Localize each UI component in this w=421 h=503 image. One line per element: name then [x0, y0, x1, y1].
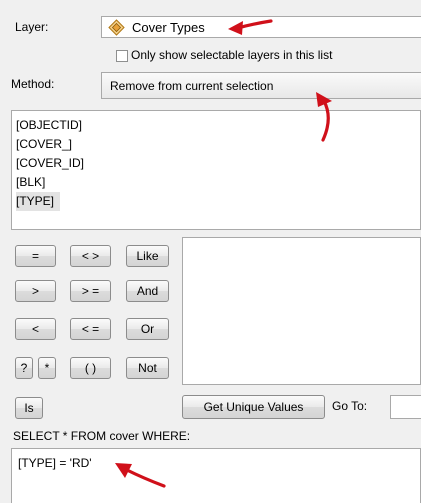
- arrow-expression-icon: [115, 463, 166, 488]
- arrow-method-icon: [316, 92, 332, 142]
- arrow-layer-icon: [228, 19, 273, 35]
- annotation-arrows: [115, 19, 332, 488]
